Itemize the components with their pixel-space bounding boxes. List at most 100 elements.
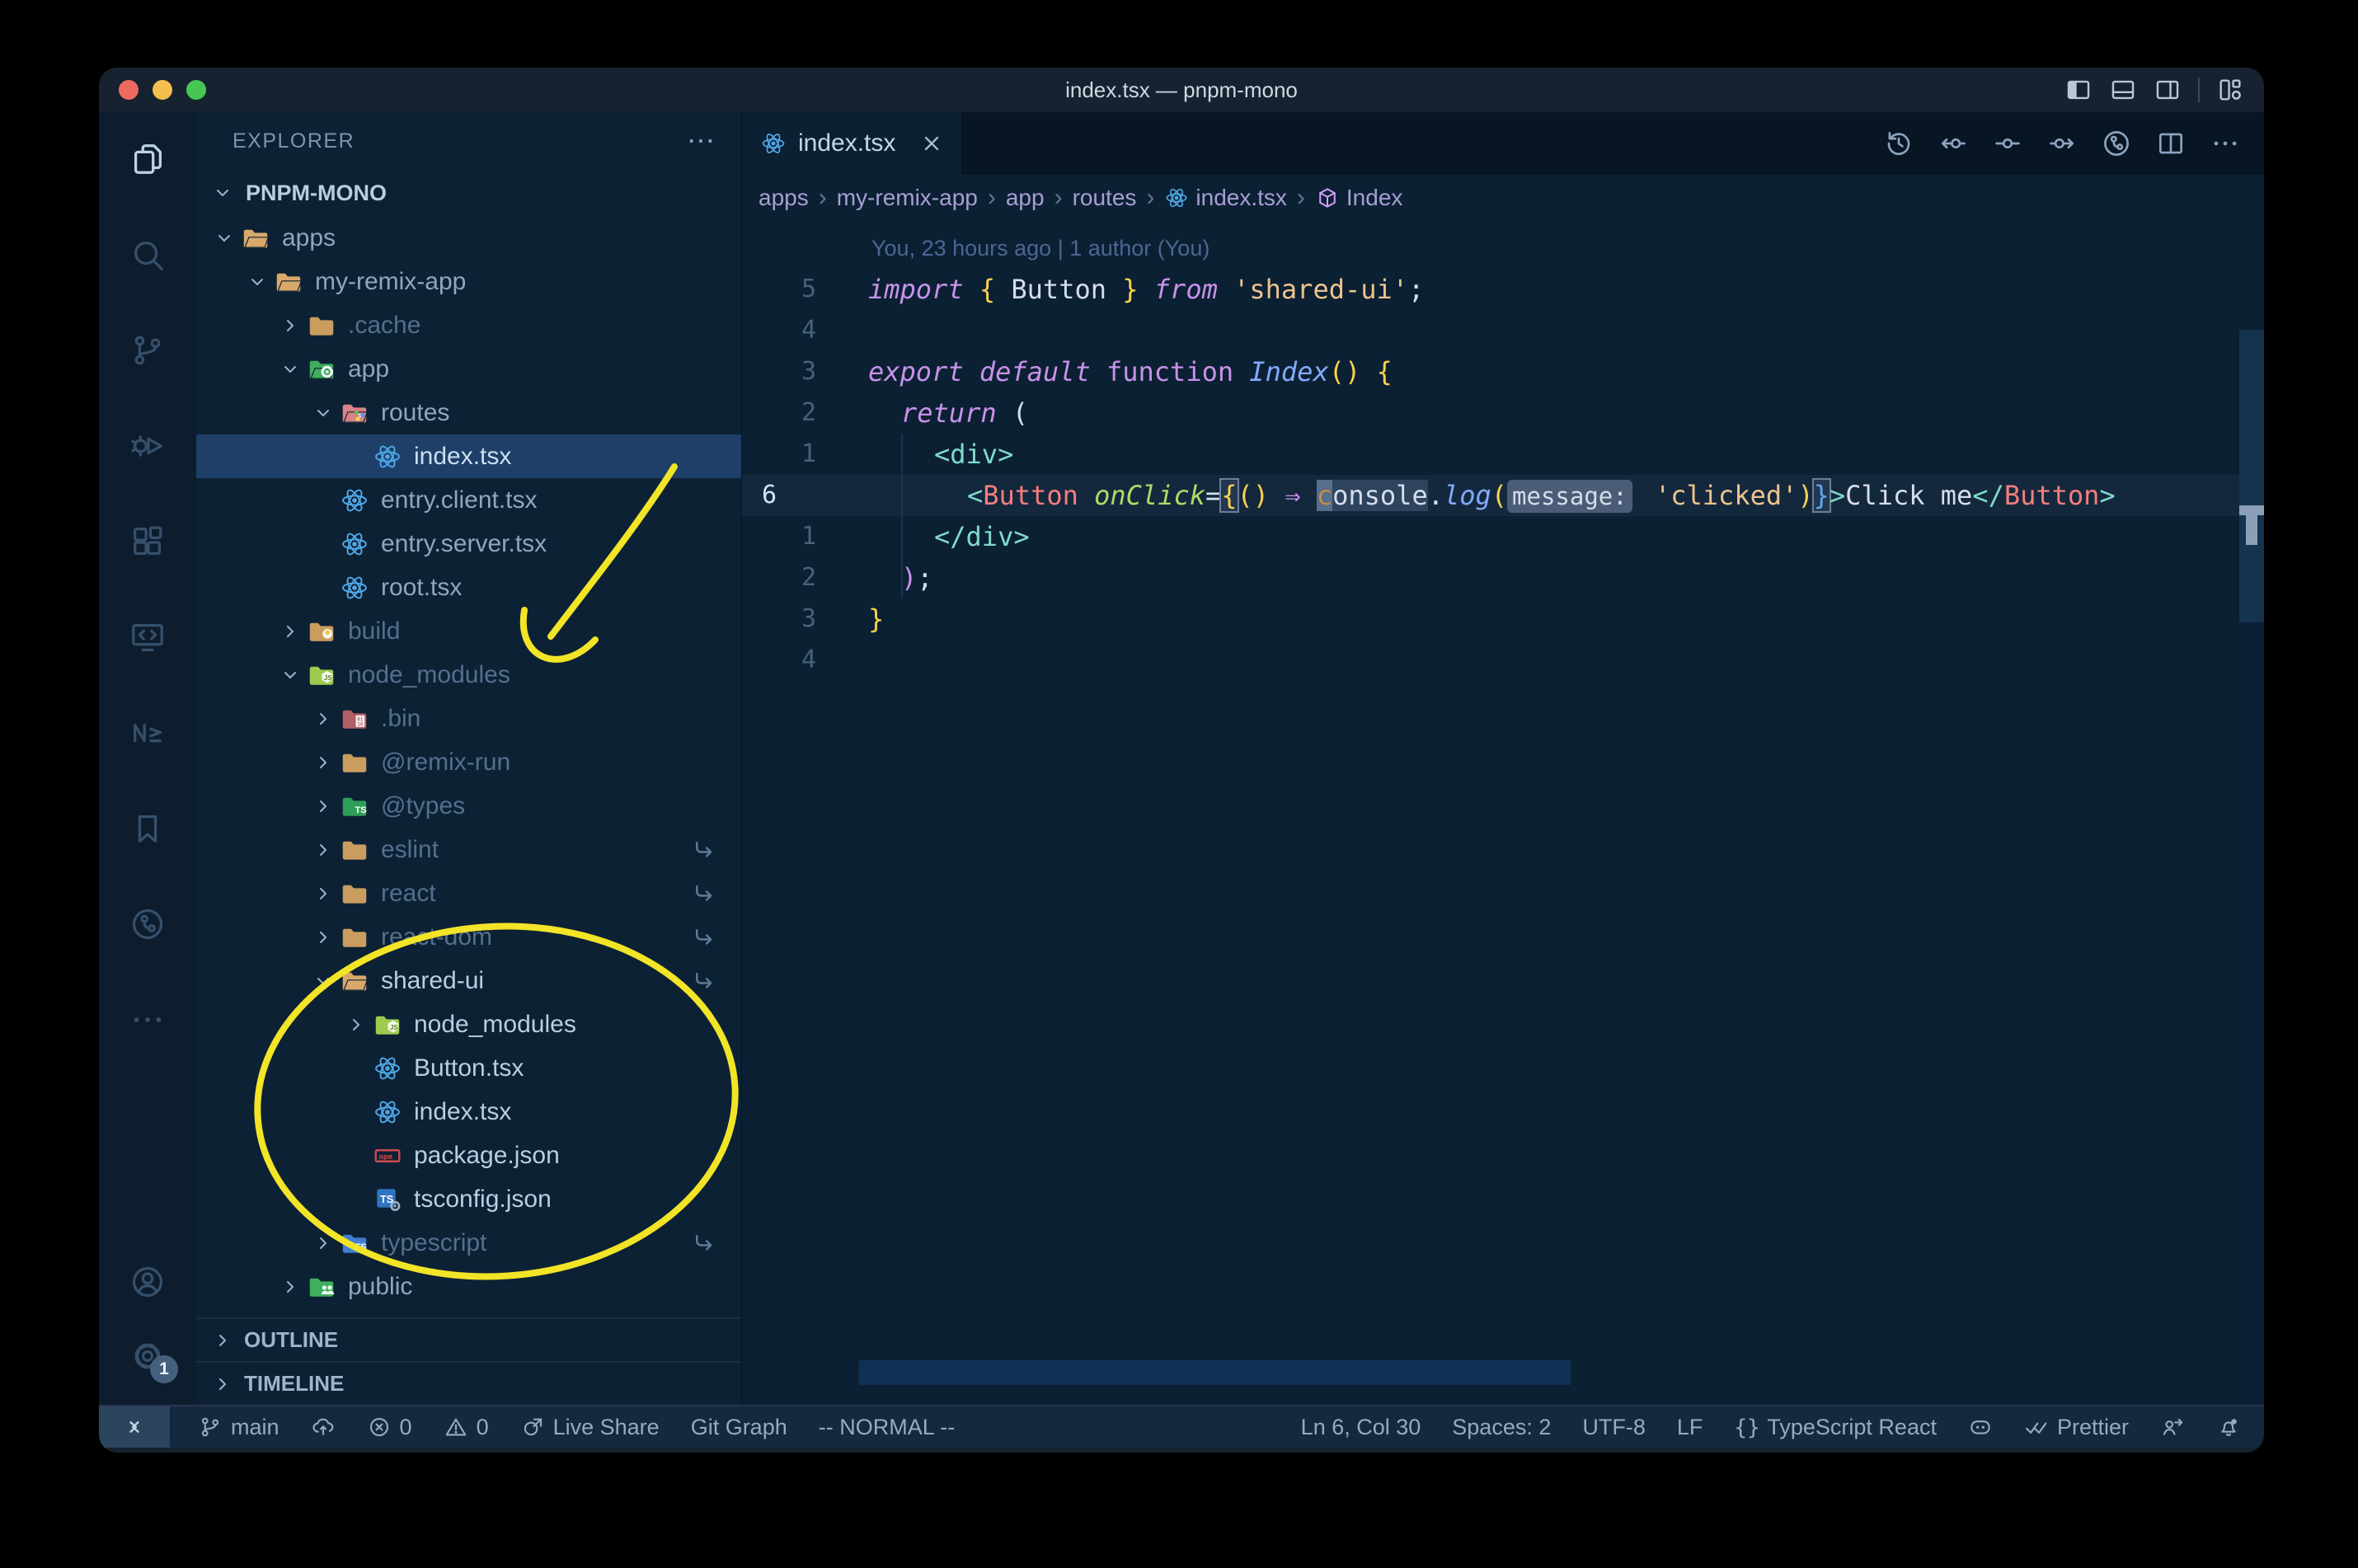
tree-item-index-tsx[interactable]: index.tsx [196,1090,741,1134]
next-change-button[interactable] [2046,128,2078,159]
activity-explorer-button[interactable] [129,140,167,178]
outline-section-header[interactable]: OUTLINE [196,1317,741,1361]
tree-item--cache[interactable]: .cache [196,303,741,347]
tree-item-app[interactable]: app [196,347,741,391]
previous-change-button[interactable] [1938,128,1969,159]
tree-item--types[interactable]: TS @types [196,784,741,828]
status-cursor-position[interactable]: Ln 6, Col 30 [1301,1406,1421,1448]
tab-index-tsx[interactable]: index.tsx [742,112,961,175]
code-line-4[interactable]: 4 [742,310,2264,351]
scrollbar-thumb[interactable] [2239,330,2264,622]
code-line-6[interactable]: 6 <Button onClick={() ⇒ console.log(mess… [742,475,2264,516]
status-problems-errors[interactable]: 0 [367,1406,412,1448]
toggle-primary-sidebar-button[interactable] [2064,76,2093,104]
status-vim-mode[interactable]: -- NORMAL -- [819,1406,955,1448]
breadcrumb-index-tsx[interactable]: index.tsx [1164,185,1287,211]
workspace-name: PNPM-MONO [246,180,387,205]
toggle-secondary-sidebar-button[interactable] [2154,76,2182,104]
code-line-2[interactable]: 2 ); [742,557,2264,599]
activity-remote-explorer-button[interactable] [129,618,167,656]
code-line-5[interactable]: 5 import { Button } from 'shared-ui'; [742,269,2264,310]
status-encoding[interactable]: UTF-8 [1582,1406,1646,1448]
status-problems-warnings[interactable]: 0 [444,1406,489,1448]
breadcrumb-my-remix-app[interactable]: my-remix-app [837,185,978,211]
tree-item-routes[interactable]: routes [196,391,741,434]
breadcrumb: apps › my-remix-app › app › routes › index.t… [742,175,2264,221]
activity-nx-console-button[interactable] [129,714,167,752]
status-copilot[interactable] [1968,1406,1993,1448]
status-live-share[interactable]: Live Share [520,1406,660,1448]
tree-item-react[interactable]: react [196,871,741,915]
status-language-mode[interactable]: {} TypeScript React [1734,1406,1937,1448]
timeline-history-button[interactable] [1883,128,1914,159]
activity-source-control-button[interactable] [129,331,167,369]
gitlens-change-button[interactable] [1992,128,2023,159]
activity-accounts-button[interactable] [129,1263,167,1301]
code-line-4[interactable]: 4 [742,640,2264,681]
bell-icon [2216,1415,2241,1439]
tree-item-label: index.tsx [414,1097,512,1125]
tree-item-build[interactable]: build [196,609,741,653]
line-number-gutter: 2 [801,563,816,592]
code-line-2[interactable]: 2 return ( [742,392,2264,434]
tree-item-tsconfig-json[interactable]: TS tsconfig.json [196,1177,741,1221]
tree-item-node-modules[interactable]: JS node_modules [196,1002,741,1046]
activity-settings-button[interactable]: 1 [129,1337,178,1383]
activity-extensions-button[interactable] [129,523,167,561]
status-indentation[interactable]: Spaces: 2 [1452,1406,1551,1448]
tree-item-entry-client-tsx[interactable]: entry.client.tsx [196,478,741,522]
breadcrumb-app[interactable]: app [1006,185,1045,211]
tree-item-index-tsx[interactable]: index.tsx [196,434,741,478]
status-sync[interactable] [311,1406,336,1448]
more-actions-button[interactable] [2210,128,2241,159]
horizontal-scrollbar[interactable] [859,1360,1571,1385]
open-git-graph-button[interactable] [2101,128,2132,159]
breadcrumb-apps[interactable]: apps [759,185,809,211]
activity-run-and-debug-button[interactable] [129,427,167,465]
tree-item-shared-ui[interactable]: shared-ui [196,959,741,1002]
sidebar-more-actions-button[interactable]: ⋯ [687,124,716,157]
status-remote-indicator[interactable] [99,1406,170,1448]
code-line-1[interactable]: 1 <div> [742,434,2264,475]
status-eol[interactable]: LF [1677,1406,1703,1448]
react-file-icon [373,1097,402,1127]
status-feedback[interactable] [2160,1406,2185,1448]
tree-item--bin[interactable]: 01 10 .bin [196,697,741,740]
tree-item-public[interactable]: public [196,1265,741,1308]
activity-git-graph-button[interactable] [129,905,167,943]
code-area[interactable]: You, 23 hours ago | 1 author (You) 5 imp… [742,221,2264,1405]
vertical-scrollbar[interactable] [2239,330,2264,1405]
code-line-1[interactable]: 1 </div> [742,516,2264,557]
activity-more-views-button[interactable] [129,1001,167,1039]
tree-item-button-tsx[interactable]: Button.tsx [196,1046,741,1090]
activity-search-button[interactable] [129,236,167,274]
tree-item--remix-run[interactable]: @remix-run [196,740,741,784]
line-number-gutter: 1 [801,522,816,551]
tree-item-react-dom[interactable]: react-dom [196,915,741,959]
tree-item-typescript[interactable]: TS typescript [196,1221,741,1265]
breadcrumb-routes[interactable]: routes [1073,185,1137,211]
status-notifications[interactable] [2216,1406,2241,1448]
tree-item-root-tsx[interactable]: root.tsx [196,566,741,609]
code-line-3[interactable]: 3 export default function Index() { [742,351,2264,392]
tree-item-entry-server-tsx[interactable]: entry.server.tsx [196,522,741,566]
toggle-panel-button[interactable] [2109,76,2137,104]
tree-item-label: node_modules [414,1010,576,1038]
split-editor-button[interactable] [2155,128,2187,159]
status-git-graph[interactable]: Git Graph [691,1406,787,1448]
code-line-3[interactable]: 3 } [742,599,2264,640]
customize-layout-button[interactable] [2216,76,2244,104]
status-formatter[interactable]: Prettier [2024,1406,2129,1448]
chevron-right-icon [340,1012,373,1037]
tree-item-package-json[interactable]: npm package.json [196,1134,741,1177]
tree-item-eslint[interactable]: eslint [196,828,741,871]
activity-bookmarks-button[interactable] [129,810,167,847]
tree-item-apps[interactable]: apps [196,216,741,260]
timeline-section-header[interactable]: TIMELINE [196,1361,741,1405]
breadcrumb-index[interactable]: Index [1315,185,1402,211]
workspace-section-header[interactable]: PNPM-MONO [196,170,741,216]
close-tab-icon[interactable] [920,132,943,155]
status-branch[interactable]: main [198,1406,279,1448]
tree-item-my-remix-app[interactable]: my-remix-app [196,260,741,303]
tree-item-node-modules[interactable]: JS node_modules [196,653,741,697]
